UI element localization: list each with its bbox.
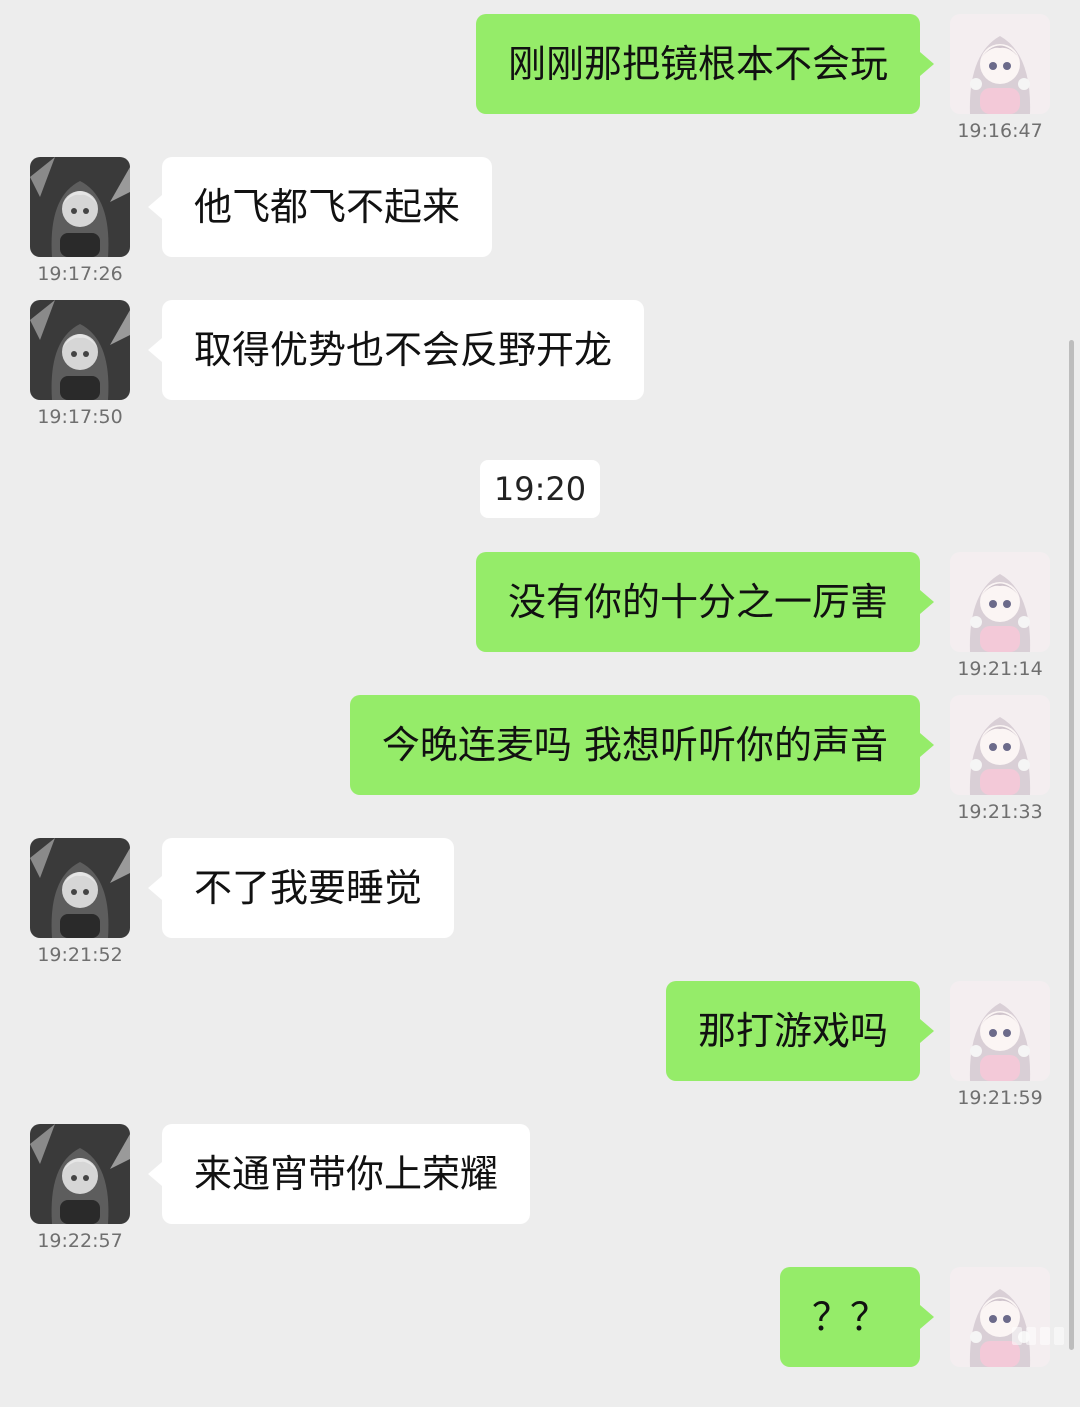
contact-avatar[interactable] xyxy=(30,838,130,938)
message-row: ？？ xyxy=(0,1267,1080,1407)
message-bubble-outgoing[interactable]: 刚刚那把镜根本不会玩 xyxy=(475,14,935,114)
contact-avatar[interactable] xyxy=(30,300,130,400)
message-bubble-incoming[interactable]: 他飞都飞不起来 xyxy=(147,157,493,257)
message-row: 取得优势也不会反野开龙 19:17:50 xyxy=(0,300,1080,440)
message-timestamp: 19:16:47 xyxy=(957,120,1043,142)
message-bubble-outgoing[interactable]: 那打游戏吗 xyxy=(665,981,935,1081)
message-row: 那打游戏吗 19:21:59 xyxy=(0,981,1080,1121)
message-bubble-incoming[interactable]: 不了我要睡觉 xyxy=(147,838,455,938)
self-avatar[interactable] xyxy=(950,1267,1050,1367)
message-row: 没有你的十分之一厉害 19:21:14 xyxy=(0,552,1080,692)
contact-avatar[interactable] xyxy=(30,1124,130,1224)
message-bubble-outgoing[interactable]: 没有你的十分之一厉害 xyxy=(475,552,935,652)
message-timestamp: 19:17:50 xyxy=(37,406,123,428)
time-divider: 19:20 xyxy=(0,460,1080,518)
message-bubble-incoming[interactable]: 取得优势也不会反野开龙 xyxy=(147,300,645,400)
message-timestamp: 19:21:14 xyxy=(957,658,1043,680)
message-timestamp: 19:21:52 xyxy=(37,944,123,966)
contact-avatar[interactable] xyxy=(30,157,130,257)
message-bubble-outgoing[interactable]: ？？ xyxy=(779,1267,935,1367)
self-avatar[interactable] xyxy=(950,695,1050,795)
chat-area[interactable]: 刚刚那把镜根本不会玩 19:16:47 他飞都飞不起来 19:17:26 取得优… xyxy=(0,0,1080,1367)
message-timestamp: 19:22:57 xyxy=(37,1230,123,1252)
message-timestamp: 19:21:33 xyxy=(957,801,1043,823)
message-row: 来通宵带你上荣耀 19:22:57 xyxy=(0,1124,1080,1264)
message-row: 刚刚那把镜根本不会玩 19:16:47 xyxy=(0,14,1080,154)
watermark-icon xyxy=(1012,1327,1064,1345)
message-row: 不了我要睡觉 19:21:52 xyxy=(0,838,1080,978)
message-bubble-incoming[interactable]: 来通宵带你上荣耀 xyxy=(147,1124,531,1224)
message-timestamp: 19:21:59 xyxy=(957,1087,1043,1109)
self-avatar[interactable] xyxy=(950,552,1050,652)
self-avatar[interactable] xyxy=(950,981,1050,1081)
scrollbar[interactable] xyxy=(1069,340,1074,1350)
message-row: 他飞都飞不起来 19:17:26 xyxy=(0,157,1080,297)
message-row: 今晚连麦吗 我想听听你的声音 19:21:33 xyxy=(0,695,1080,835)
message-timestamp: 19:17:26 xyxy=(37,263,123,285)
time-divider-label: 19:20 xyxy=(479,460,601,518)
self-avatar[interactable] xyxy=(950,14,1050,114)
message-bubble-outgoing[interactable]: 今晚连麦吗 我想听听你的声音 xyxy=(349,695,935,795)
